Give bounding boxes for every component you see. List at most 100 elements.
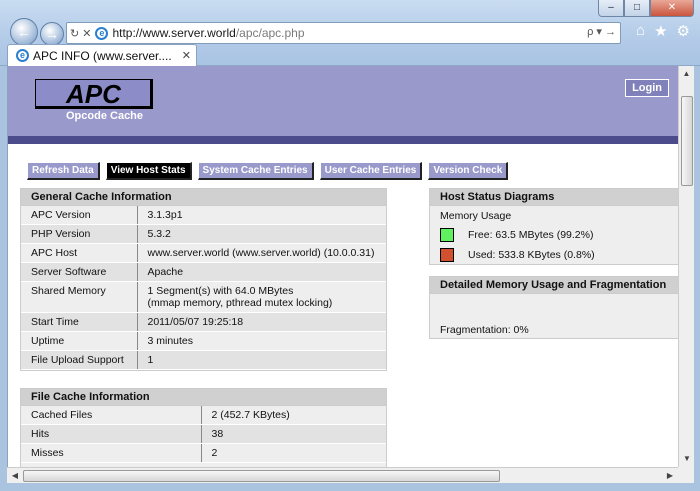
- favorites-star-icon[interactable]: ★: [654, 22, 667, 40]
- shared-memory-line1: 1 Segment(s) with 64.0 MBytes: [147, 285, 294, 297]
- back-arrow-icon: ←: [17, 24, 31, 40]
- row-value: www.server.world (www.server.world) (10.…: [137, 243, 386, 263]
- minimize-button[interactable]: ‒: [598, 0, 624, 17]
- general-cache-title: General Cache Information: [21, 189, 386, 206]
- row-value: 1 Segment(s) with 64.0 MBytes (mmap memor…: [137, 281, 386, 313]
- table-row: Cached Files 2 (452.7 KBytes): [21, 406, 386, 425]
- horizontal-scroll-thumb[interactable]: [23, 470, 500, 482]
- free-swatch: [440, 228, 454, 242]
- tab-title: APC INFO (www.server....: [33, 48, 172, 63]
- file-cache-info: File Cache Information Cached Files 2 (45…: [20, 388, 387, 467]
- apc-subtitle: Opcode Cache: [66, 110, 144, 122]
- scroll-right-icon[interactable]: ▶: [662, 468, 678, 484]
- apc-logo: APC: [35, 79, 153, 109]
- row-value: 3.1.3p1: [137, 206, 386, 225]
- legend-used: Used: 533.8 KBytes (0.8%): [430, 245, 678, 265]
- table-row: Start Time 2011/05/07 19:25:18: [21, 312, 386, 332]
- search-dropdown-go-icons[interactable]: ρ ▾ →: [587, 25, 616, 38]
- home-icon[interactable]: ⌂: [636, 22, 645, 40]
- menu-view-host-stats[interactable]: View Host Stats: [105, 162, 192, 180]
- row-key: PHP Version: [21, 224, 138, 244]
- url-host: http://www.server.world: [112, 26, 236, 40]
- host-status-diagrams: Host Status Diagrams Memory Usage Free: …: [429, 188, 678, 265]
- table-row: APC Version 3.1.3p1: [21, 206, 386, 225]
- forward-button[interactable]: →: [40, 22, 64, 46]
- row-key: APC Version: [21, 206, 138, 225]
- login-button[interactable]: Login: [625, 79, 669, 97]
- row-key: Hits: [21, 424, 202, 444]
- free-label: Free: 63.5 MBytes (99.2%): [468, 229, 594, 241]
- file-cache-title: File Cache Information: [21, 389, 386, 406]
- window-bottom-frame: [0, 483, 700, 491]
- refresh-icon[interactable]: ↻: [70, 27, 79, 40]
- row-value: 1: [137, 350, 386, 370]
- legend-free: Free: 63.5 MBytes (99.2%): [430, 225, 678, 245]
- row-key: Misses: [21, 443, 202, 463]
- scroll-up-icon[interactable]: ▲: [679, 66, 694, 82]
- row-value: Apache: [137, 262, 386, 282]
- scroll-corner: [678, 467, 694, 483]
- general-cache-info: General Cache Information APC Version 3.1…: [20, 188, 387, 371]
- row-key: File Upload Support: [21, 350, 138, 370]
- detailed-memory-usage: Detailed Memory Usage and Fragmentation …: [429, 276, 678, 339]
- menu-refresh-data[interactable]: Refresh Data: [27, 162, 100, 180]
- row-key: Shared Memory: [21, 281, 138, 313]
- fragmentation-text: Fragmentation: 0%: [440, 324, 529, 336]
- used-label: Used: 533.8 KBytes (0.8%): [468, 249, 595, 261]
- memory-usage-label: Memory Usage: [440, 210, 512, 222]
- apc-logo-text: APC: [66, 79, 121, 109]
- scroll-left-icon[interactable]: ◀: [7, 468, 23, 484]
- table-row: Uptime 3 minutes: [21, 331, 386, 351]
- shared-memory-line2: (mmap memory, pthread mutex locking): [147, 297, 333, 309]
- menu-user-cache-entries[interactable]: User Cache Entries: [319, 162, 423, 180]
- table-row: File Upload Support 1: [21, 350, 386, 370]
- ie-page-icon: e: [95, 26, 109, 40]
- row-value: 5.3.2: [137, 224, 386, 244]
- table-row: PHP Version 5.3.2: [21, 224, 386, 244]
- row-key: APC Host: [21, 243, 138, 263]
- window-controls: ‒ □ ✕: [598, 0, 694, 18]
- file-cache-table: Cached Files 2 (452.7 KBytes) Hits 38 Miss…: [21, 406, 386, 463]
- maximize-button[interactable]: □: [624, 0, 650, 17]
- menu-version-check[interactable]: Version Check: [428, 162, 509, 180]
- header-band: [8, 136, 678, 144]
- vertical-scrollbar[interactable]: ▲ ▼: [678, 66, 694, 467]
- browser-chrome: ‒ □ ✕ ← → ↻ ✕ e http://www.server.world/…: [0, 0, 700, 66]
- forward-arrow-icon: →: [45, 26, 59, 42]
- url-text[interactable]: http://www.server.world/apc/apc.php: [112, 26, 304, 40]
- row-value: 2 (452.7 KBytes): [201, 406, 386, 425]
- stop-icon[interactable]: ✕: [82, 27, 91, 40]
- table-row: Shared Memory 1 Segment(s) with 64.0 MByt…: [21, 281, 386, 313]
- menu-system-cache-entries[interactable]: System Cache Entries: [197, 162, 314, 180]
- row-key: Uptime: [21, 331, 138, 351]
- table-row: APC Host www.server.world (www.server.wor…: [21, 243, 386, 263]
- row-key: Start Time: [21, 312, 138, 332]
- apc-menu: Refresh Data View Host Stats System Cach…: [27, 162, 509, 180]
- host-status-title: Host Status Diagrams: [430, 189, 678, 206]
- horizontal-scrollbar[interactable]: ◀ ▶: [7, 467, 678, 483]
- row-key: Server Software: [21, 262, 138, 282]
- toolbar-icons: ⌂ ★ ⚙: [636, 22, 690, 40]
- close-window-button[interactable]: ✕: [650, 0, 694, 17]
- address-bar[interactable]: ↻ ✕ e http://www.server.world/apc/apc.ph…: [66, 22, 621, 44]
- row-value: 2011/05/07 19:25:18: [137, 312, 386, 332]
- table-row: Misses 2: [21, 443, 386, 463]
- used-swatch: [440, 248, 454, 262]
- detailed-memory-title: Detailed Memory Usage and Fragmentation: [430, 277, 678, 294]
- vertical-scroll-thumb[interactable]: [681, 96, 693, 186]
- page-viewport: APC Opcode Cache Login Refresh Data View…: [7, 66, 678, 467]
- row-key: Cached Files: [21, 406, 202, 425]
- row-value: 2: [201, 443, 386, 463]
- tab-close-icon[interactable]: ✕: [182, 49, 191, 62]
- table-row: Hits 38: [21, 424, 386, 444]
- tab-ie-icon: e: [16, 49, 29, 62]
- general-cache-table: APC Version 3.1.3p1 PHP Version 5.3.2 APC …: [21, 206, 386, 370]
- browser-tab[interactable]: e APC INFO (www.server.... ✕: [7, 44, 197, 66]
- table-row: Server Software Apache: [21, 262, 386, 282]
- scroll-down-icon[interactable]: ▼: [679, 451, 695, 467]
- row-value: 38: [201, 424, 386, 444]
- apc-header: APC Opcode Cache Login: [8, 66, 678, 136]
- url-path: /apc/apc.php: [235, 26, 305, 40]
- back-button[interactable]: ←: [10, 18, 38, 46]
- settings-gear-icon[interactable]: ⚙: [677, 22, 690, 40]
